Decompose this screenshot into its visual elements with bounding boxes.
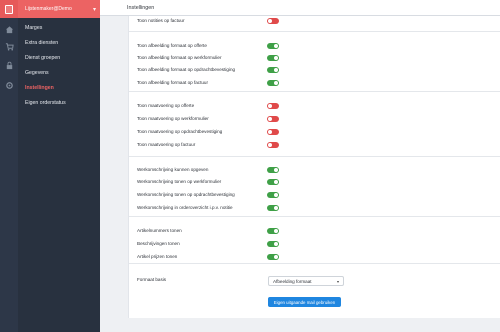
sidebar-item-extra-diensten[interactable]: Extra diensten (18, 35, 100, 50)
toggle-knob (274, 205, 278, 210)
setting-toggle[interactable] (267, 42, 279, 49)
setting-label: Toon maatvoering op factuur (137, 142, 196, 147)
setting-row: Toon maatvoering op offerte (137, 101, 279, 110)
section-divider (129, 216, 500, 217)
icon-rail (0, 0, 18, 332)
setting-row: Toon maatvoering op werkformulier (137, 114, 279, 123)
chevron-down-icon: ▾ (92, 6, 96, 13)
toggle-knob (268, 116, 272, 121)
section-divider (129, 31, 500, 32)
home-icon[interactable] (4, 24, 14, 34)
setting-row: Beschrijvingen tonen (137, 239, 279, 248)
toggle-knob (274, 241, 278, 246)
header: Instellingen (100, 0, 500, 16)
toggle-knob (274, 167, 278, 172)
toggle-knob (274, 179, 278, 184)
setting-label: Toon maatvoering op werkformulier (137, 116, 209, 121)
setting-label: Werkomschrijving tonen op opdrachtbevest… (137, 192, 235, 197)
setting-toggle[interactable] (267, 115, 279, 122)
section-divider (129, 263, 500, 264)
setting-row: Toon maatvoering op opdrachtbevestiging (137, 127, 279, 136)
setting-row: Toon afbeelding formaat op offerte (137, 41, 279, 50)
toggle-knob (268, 129, 272, 134)
toggle-knob (274, 43, 278, 48)
setting-row: Artikelnummers tonen (137, 226, 279, 235)
setting-label: Beschrijvingen tonen (137, 241, 180, 246)
sidebar-nav: Marges Extra diensten Dienst groepen Geg… (18, 18, 100, 110)
toggle-knob (274, 67, 278, 72)
setting-row: Toon afbeelding formaat op factuur (137, 78, 279, 87)
setting-label: Toon afbeelding formaat op factuur (137, 80, 208, 85)
setting-label: Toon afbeelding formaat op werkformulier (137, 55, 222, 60)
app-logo[interactable] (0, 0, 18, 18)
format-basis-label: Formaat basis (137, 277, 167, 282)
setting-label: Werkomschrijving kunnen opgeven (137, 167, 209, 172)
section-divider (129, 156, 500, 157)
section-divider (129, 91, 500, 92)
sidebar: Lijstenmaker@Demo ▾ Marges Extra dienste… (18, 0, 100, 332)
setting-row: Werkomschrijving tonen op werkformulier (137, 177, 279, 186)
setting-label: Werkomschrijving in orderoverzicht i.p.v… (137, 205, 233, 210)
setting-toggle[interactable] (267, 240, 279, 247)
setting-toggle[interactable] (267, 166, 279, 173)
setting-toggle[interactable] (267, 17, 279, 24)
account-name: Lijstenmaker@Demo (25, 6, 72, 12)
toggle-knob (268, 103, 272, 108)
setting-row: Toon afbeelding formaat op opdrachtbeves… (137, 65, 279, 74)
toggle-knob (274, 55, 278, 60)
setting-row: Artikel prijzen tonen (137, 252, 279, 261)
lock-icon[interactable] (4, 60, 14, 70)
sidebar-item-eigen-orderstatus[interactable]: Eigen orderstatus (18, 95, 100, 110)
setting-row: Werkomschrijving kunnen opgeven (137, 165, 279, 174)
page-title: Instellingen (127, 4, 155, 11)
setting-toggle[interactable] (267, 79, 279, 86)
settings-panel: Toon notities op factuur Toon afbeelding … (128, 16, 500, 318)
setting-row: Toon afbeelding formaat op werkformulier (137, 53, 279, 62)
setting-toggle[interactable] (267, 191, 279, 198)
setting-label: Toon maatvoering op opdrachtbevestiging (137, 129, 223, 134)
toggle-knob (274, 80, 278, 85)
setting-row: Toon maatvoering op factuur (137, 140, 279, 149)
sidebar-item-instellingen[interactable]: Instellingen (18, 80, 100, 95)
setting-label: Toon afbeelding formaat op opdrachtbeves… (137, 67, 236, 72)
setting-row: Werkomschrijving in orderoverzicht i.p.v… (137, 203, 279, 212)
format-basis-select[interactable]: Afbeelding formaat ▾ (268, 276, 344, 286)
setting-toggle[interactable] (267, 128, 279, 135)
setting-label: Artikelnummers tonen (137, 228, 182, 233)
setting-label: Toon maatvoering op offerte (137, 103, 195, 108)
setting-toggle[interactable] (267, 227, 279, 234)
setting-toggle[interactable] (267, 178, 279, 185)
settings-icon[interactable] (4, 80, 14, 90)
sidebar-item-gegevens[interactable]: Gegevens (18, 65, 100, 80)
setting-row: Toon notities op factuur (137, 16, 279, 25)
own-mail-button[interactable]: Eigen uitgaande mail gebruiken (268, 297, 341, 307)
setting-label: Toon notities op factuur (137, 18, 185, 23)
toggle-knob (268, 142, 272, 147)
sidebar-item-dienst-groepen[interactable]: Dienst groepen (18, 50, 100, 65)
setting-label: Werkomschrijving tonen op werkformulier (137, 179, 222, 184)
account-switcher[interactable]: Lijstenmaker@Demo ▾ (18, 0, 100, 18)
setting-toggle[interactable] (267, 253, 279, 260)
toggle-knob (268, 18, 272, 23)
format-basis-value: Afbeelding formaat (273, 278, 312, 284)
logo-icon (5, 4, 13, 14)
chevron-down-icon: ▾ (336, 279, 339, 284)
sidebar-item-marges[interactable]: Marges (18, 20, 100, 35)
toggle-knob (274, 254, 278, 259)
setting-label: Toon afbeelding formaat op offerte (137, 43, 207, 48)
setting-label: Artikel prijzen tonen (137, 254, 178, 259)
setting-toggle[interactable] (267, 102, 279, 109)
setting-toggle[interactable] (267, 54, 279, 61)
toggle-knob (274, 192, 278, 197)
setting-row: Werkomschrijving tonen op opdrachtbevest… (137, 190, 279, 199)
cart-icon[interactable] (4, 41, 14, 51)
setting-toggle[interactable] (267, 204, 279, 211)
setting-toggle[interactable] (267, 66, 279, 73)
setting-toggle[interactable] (267, 141, 279, 148)
toggle-knob (274, 228, 278, 233)
